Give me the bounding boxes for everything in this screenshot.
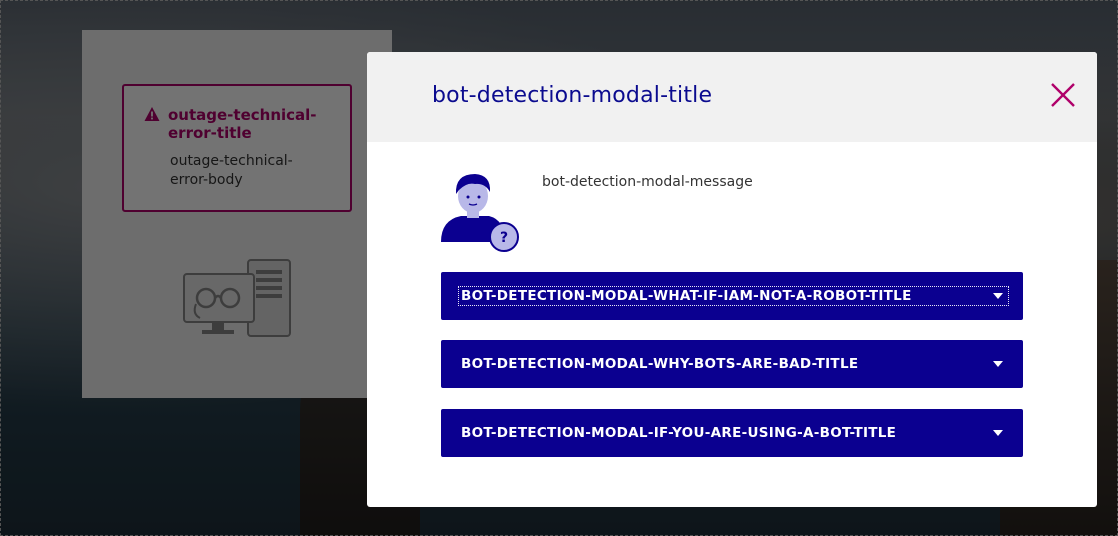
- close-icon[interactable]: [1047, 79, 1079, 111]
- accordion-title: BOT-DETECTION-MODAL-WHY-BOTS-ARE-BAD-TIT…: [461, 356, 859, 372]
- modal-title: bot-detection-modal-title: [432, 83, 713, 108]
- modal-message: bot-detection-modal-message: [542, 174, 753, 190]
- chevron-down-icon: [993, 430, 1003, 436]
- chevron-down-icon: [993, 361, 1003, 367]
- accordion-title: BOT-DETECTION-MODAL-WHAT-IF-IAM-NOT-A-RO…: [458, 286, 1009, 306]
- modal-header: bot-detection-modal-title: [367, 52, 1097, 142]
- accordion-title: BOT-DETECTION-MODAL-IF-YOU-ARE-USING-A-B…: [461, 425, 897, 441]
- bot-detection-modal: bot-detection-modal-title ? bot-detectio…: [367, 52, 1097, 507]
- accordion-what-if-not-robot[interactable]: BOT-DETECTION-MODAL-WHAT-IF-IAM-NOT-A-RO…: [441, 272, 1023, 320]
- accordion-why-bots-bad[interactable]: BOT-DETECTION-MODAL-WHY-BOTS-ARE-BAD-TIT…: [441, 340, 1023, 388]
- chevron-down-icon: [993, 293, 1003, 299]
- user-question-icon: ?: [441, 174, 519, 252]
- svg-text:?: ?: [500, 230, 508, 246]
- accordion-using-a-bot[interactable]: BOT-DETECTION-MODAL-IF-YOU-ARE-USING-A-B…: [441, 409, 1023, 457]
